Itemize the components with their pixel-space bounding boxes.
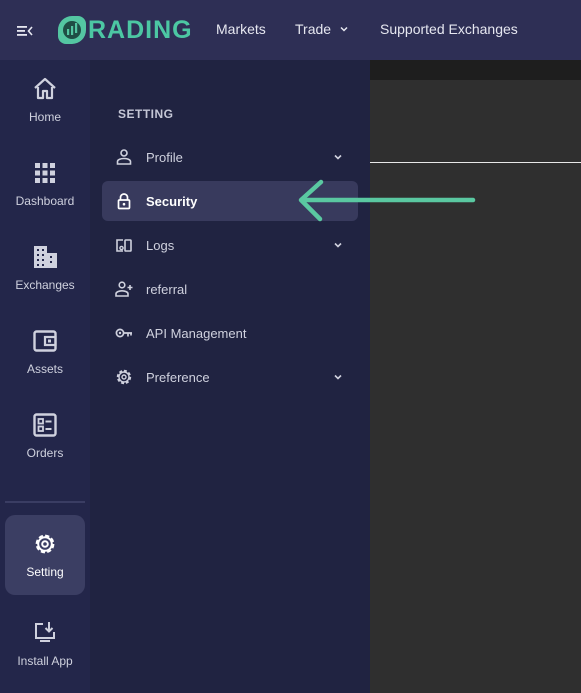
rail-item-label: Exchanges (15, 278, 75, 292)
install-icon (35, 622, 55, 642)
panel-item-label: API Management (146, 325, 247, 341)
orders-icon (33, 413, 57, 437)
building-icon (34, 246, 57, 268)
rail-item-label: Orders (26, 446, 64, 460)
content-divider (370, 162, 581, 163)
rail-item-label: Home (28, 110, 61, 124)
logo-chart-icon (58, 16, 86, 44)
rail-item-exchanges[interactable]: Exchanges (5, 228, 85, 308)
gear-icon (116, 369, 132, 385)
grid-icon (35, 163, 55, 183)
lock-icon (117, 193, 131, 210)
wallet-icon (33, 330, 57, 352)
key-icon (115, 328, 132, 338)
rail-item-orders[interactable]: Orders (5, 396, 85, 476)
nav-supported-exchanges-label: Supported Exchanges (380, 21, 518, 37)
rail-item-home[interactable]: Home (5, 60, 85, 140)
annotation-arrow-icon (298, 179, 476, 222)
rail-item-install-app[interactable]: Install App (5, 604, 85, 684)
panel-item-referral[interactable]: referral (102, 269, 358, 309)
devices-icon (116, 239, 132, 252)
settings-panel: SETTING Profile Security Logs referral A… (90, 60, 370, 693)
chevron-down-icon (334, 154, 342, 160)
rail-item-label: Install App (17, 654, 73, 668)
user-plus-icon (115, 281, 133, 297)
panel-item-label: Security (146, 193, 198, 209)
top-bar: RADING Markets Trade Supported Exchanges (0, 0, 581, 60)
rail-divider (5, 501, 85, 503)
rail-item-dashboard[interactable]: Dashboard (5, 144, 85, 224)
nav-trade-label: Trade (295, 21, 332, 37)
rail-item-setting[interactable]: Setting (5, 515, 85, 595)
panel-item-label: Profile (146, 149, 183, 165)
rail-item-label: Dashboard (15, 194, 75, 208)
logo-text: RADING (88, 15, 193, 44)
gear-icon (35, 534, 55, 554)
panel-heading: SETTING (118, 107, 174, 121)
rail-item-label: Assets (26, 362, 63, 376)
content-header-strip (370, 60, 581, 80)
panel-item-preference[interactable]: Preference (102, 357, 358, 397)
nav-markets[interactable]: Markets (216, 21, 266, 37)
chevron-down-icon (334, 242, 342, 248)
home-icon (34, 77, 56, 100)
user-icon (116, 149, 132, 165)
rail-item-assets[interactable]: Assets (5, 312, 85, 392)
panel-item-logs[interactable]: Logs (102, 225, 358, 265)
panel-item-label: Preference (146, 369, 210, 385)
menu-collapse-icon[interactable] (17, 24, 33, 38)
logo[interactable]: RADING (58, 15, 193, 45)
panel-item-label: Logs (146, 237, 175, 253)
rail-item-label: Setting (26, 565, 64, 579)
nav-markets-label: Markets (216, 21, 266, 37)
nav-supported-exchanges[interactable]: Supported Exchanges (380, 21, 518, 37)
chevron-down-icon (340, 26, 348, 32)
chevron-down-icon (334, 374, 342, 380)
panel-item-api-management[interactable]: API Management (102, 313, 358, 353)
icon-rail: Home Dashboard Exchanges Assets Orders S… (0, 60, 90, 693)
nav-trade[interactable]: Trade (295, 21, 348, 37)
panel-item-label: referral (146, 281, 188, 297)
